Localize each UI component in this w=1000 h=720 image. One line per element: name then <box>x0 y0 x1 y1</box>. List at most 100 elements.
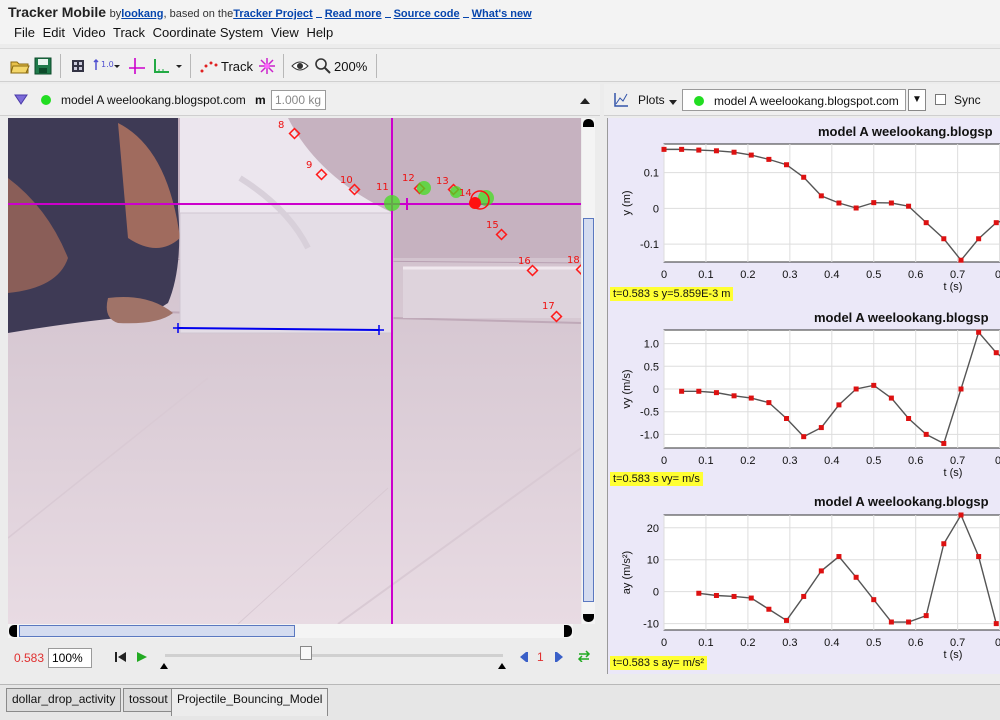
data-point[interactable] <box>993 621 999 627</box>
step-size[interactable]: 1 <box>537 650 544 664</box>
data-point[interactable] <box>976 554 982 560</box>
data-point[interactable] <box>871 597 877 603</box>
data-point[interactable] <box>783 617 789 623</box>
plots-menu[interactable]: Plots <box>638 93 665 107</box>
start-marker-icon[interactable] <box>160 662 168 669</box>
data-point[interactable] <box>836 554 842 560</box>
data-point[interactable] <box>923 613 929 619</box>
video-frame[interactable]: 8 9 10 11 12 13 14 15 16 17 18 <box>8 118 581 624</box>
data-point[interactable] <box>801 434 807 440</box>
author-link[interactable]: lookang <box>121 8 163 20</box>
menu-video[interactable]: Video <box>73 25 106 40</box>
data-point[interactable] <box>941 236 947 242</box>
data-point[interactable] <box>993 220 999 226</box>
tracker-project-link[interactable]: Tracker Project <box>233 8 313 20</box>
data-point[interactable] <box>976 329 982 335</box>
data-point[interactable] <box>766 400 772 406</box>
sync-checkbox[interactable] <box>935 94 946 105</box>
data-point[interactable] <box>679 388 685 394</box>
data-point[interactable] <box>661 146 667 152</box>
video-horizontal-scrollbar[interactable] <box>8 624 573 638</box>
video-panel[interactable]: 8 9 10 11 12 13 14 15 16 17 18 <box>8 118 581 624</box>
data-point[interactable] <box>748 152 754 158</box>
track-selector-dropdown[interactable]: ▼ <box>908 89 926 111</box>
calibration-tool-icon[interactable]: 1.0 <box>93 56 121 76</box>
data-point[interactable] <box>766 606 772 612</box>
menu-coordinate-system[interactable]: Coordinate System <box>153 25 264 40</box>
track-name[interactable]: model A weelookang.blogspot.com <box>61 93 246 107</box>
plots-menu-arrow-icon[interactable] <box>669 100 677 105</box>
data-point[interactable] <box>836 402 842 408</box>
data-point[interactable] <box>801 174 807 180</box>
whats-new-link[interactable]: What's new <box>472 8 532 20</box>
playback-rate-field[interactable] <box>48 648 92 668</box>
data-point[interactable] <box>731 393 737 399</box>
tab-projectile-bouncing-model[interactable]: Projectile_Bouncing_Model <box>171 688 329 716</box>
data-point[interactable] <box>871 382 877 388</box>
data-point[interactable] <box>976 236 982 242</box>
video-vertical-scrollbar[interactable] <box>582 118 595 624</box>
data-point[interactable] <box>941 440 947 446</box>
track-selector[interactable]: model A weelookang.blogspot.com <box>682 89 906 111</box>
save-disk-icon[interactable] <box>34 56 52 76</box>
data-point[interactable] <box>836 200 842 206</box>
step-forward-icon[interactable] <box>555 652 565 662</box>
menu-help[interactable]: Help <box>306 25 333 40</box>
data-point[interactable] <box>801 593 807 599</box>
playback-slider-handle[interactable] <box>300 646 312 660</box>
data-point[interactable] <box>696 388 702 394</box>
data-point[interactable] <box>853 205 859 211</box>
data-point[interactable] <box>679 146 685 152</box>
clip-settings-icon[interactable] <box>70 56 86 76</box>
data-point[interactable] <box>818 568 824 574</box>
data-point[interactable] <box>993 350 999 356</box>
step-back-icon[interactable] <box>518 652 528 662</box>
track-button[interactable]: Track <box>199 56 253 76</box>
data-point[interactable] <box>958 512 964 518</box>
play-icon[interactable] <box>137 652 147 662</box>
data-point[interactable] <box>853 386 859 392</box>
data-point[interactable] <box>731 593 737 599</box>
end-marker-icon[interactable] <box>498 662 506 669</box>
collapse-arrow-icon[interactable] <box>580 97 590 105</box>
data-point[interactable] <box>923 220 929 226</box>
menu-file[interactable]: File <box>14 25 35 40</box>
data-point[interactable] <box>941 541 947 547</box>
playback-slider[interactable] <box>165 654 503 657</box>
zoom-button[interactable]: 200% <box>314 56 367 76</box>
data-point[interactable] <box>958 386 964 392</box>
data-point[interactable] <box>923 431 929 437</box>
data-point[interactable] <box>748 395 754 401</box>
open-folder-icon[interactable] <box>10 56 30 76</box>
data-point[interactable] <box>888 200 894 206</box>
data-point[interactable] <box>818 193 824 199</box>
data-point[interactable] <box>888 619 894 625</box>
data-point[interactable] <box>766 156 772 162</box>
data-point[interactable] <box>818 425 824 431</box>
data-point[interactable] <box>731 149 737 155</box>
menu-view[interactable]: View <box>271 25 299 40</box>
data-point[interactable] <box>888 395 894 401</box>
data-point[interactable] <box>906 203 912 209</box>
source-code-link[interactable]: Source code <box>394 8 460 20</box>
data-point[interactable] <box>906 619 912 625</box>
data-point[interactable] <box>713 593 719 598</box>
data-point[interactable] <box>958 257 964 263</box>
data-point[interactable] <box>748 595 754 601</box>
data-point[interactable] <box>713 148 719 154</box>
mass-field[interactable] <box>271 90 326 110</box>
tape-measure-icon[interactable] <box>152 56 184 76</box>
plots-panel[interactable]: model A weelookang.blogsp 0.1 0 -0.1 0 0.1 0.… <box>607 118 1000 674</box>
plots-canvas[interactable]: 0.10-0.100.10.20.30.40.50.60.70.t (s)y (… <box>608 118 1000 674</box>
reset-icon[interactable] <box>115 652 127 662</box>
tab-dollar-drop-activity[interactable]: dollar_drop_activity <box>6 688 122 712</box>
autotracker-icon[interactable] <box>258 56 276 76</box>
data-point[interactable] <box>783 162 789 168</box>
vertical-scroll-thumb[interactable] <box>583 218 594 602</box>
axes-icon[interactable] <box>128 56 146 76</box>
tab-tossout[interactable]: tossout <box>123 688 174 712</box>
data-point[interactable] <box>696 590 702 596</box>
data-point[interactable] <box>906 416 912 421</box>
menu-track[interactable]: Track <box>113 25 145 40</box>
eye-icon[interactable] <box>291 56 309 76</box>
